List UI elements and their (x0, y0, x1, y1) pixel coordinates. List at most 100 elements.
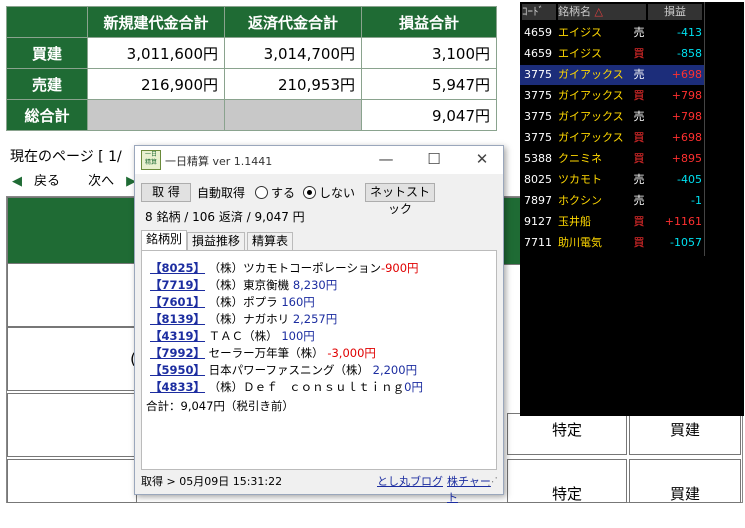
col-header-name[interactable]: 銘柄名 △ (558, 4, 646, 20)
stock-side: 買 (633, 152, 645, 165)
item-code-link[interactable]: 【8139】 (150, 312, 205, 326)
stock-code: 3775 (524, 131, 552, 144)
tax-type-cell: 特定 (507, 459, 627, 503)
stock-row[interactable]: 4659 エイジス 買 -858 (520, 44, 704, 64)
position-type-cell: 買建 (629, 413, 741, 455)
summary-table: 新規建代金合計 返済代金合計 損益合計 買建 3,011,600円 3,014,… (6, 6, 497, 131)
title-bar[interactable]: 一日 精算 一日精算 ver 1.1441 — ☐ ✕ (135, 146, 503, 174)
list-item: 【5950】 日本パワーファスニング（株） 2,200円 (150, 362, 417, 379)
item-pnl: 100円 (281, 329, 315, 343)
row-label-sell: 売建 (6, 68, 88, 100)
next-label: 次へ (88, 174, 115, 189)
item-pnl: 0円 (404, 380, 423, 394)
list-divider (704, 2, 705, 256)
radio-off-label: しない (319, 186, 356, 200)
grid-cell-cut: ( (7, 327, 137, 391)
header-new-total: 新規建代金合計 (87, 6, 225, 38)
stock-row[interactable]: 3775 ガイアックス買 +798 (520, 86, 704, 106)
auto-fetch-off-radio[interactable]: しない (303, 184, 355, 201)
tab-by-stock[interactable]: 銘柄別 (141, 230, 188, 251)
fetch-timestamp: 取得 > 05月09日 15:31:22 (141, 475, 283, 488)
stock-side: 買 (633, 215, 645, 228)
tab-settlement[interactable]: 精算表 (247, 232, 294, 250)
stock-side: 買 (633, 47, 645, 60)
item-pnl: -900円 (380, 261, 419, 275)
list-item: 【8139】 （株）ナガホリ 2,257円 (150, 311, 337, 328)
stock-code: 5388 (524, 152, 552, 165)
radio-selected-icon (303, 186, 316, 199)
current-page: 現在のページ [ 1/ (10, 149, 122, 165)
stock-name: 助川電気 (558, 236, 602, 249)
stock-pnl: +798 (671, 89, 702, 102)
tax-type-cell: 特定 (507, 413, 627, 455)
stock-side: 買 (633, 236, 645, 249)
back-label: 戻る (34, 174, 61, 189)
stock-row[interactable]: 3775 ガイアックス買 +698 (520, 128, 704, 148)
stock-row[interactable]: 7897 ホクシン 売 -1 (520, 191, 704, 211)
item-name: 日本パワーファスニング（株） (208, 363, 369, 377)
stock-row[interactable]: 3775 ガイアックス売 +798 (520, 107, 704, 127)
position-type-cell: 買建 (629, 459, 741, 503)
fetch-button[interactable]: 取 得 (141, 183, 191, 202)
stock-row[interactable]: 7711 助川電気 買 -1057 (520, 233, 704, 253)
item-name: （株）東京衡機 (208, 278, 290, 292)
summary-line: 8 銘柄 / 106 返済 / 9,047 円 (145, 210, 305, 224)
item-code-link[interactable]: 【7601】 (150, 295, 205, 309)
net-stock-button[interactable]: ネットストック (365, 183, 435, 216)
auto-fetch-on-radio[interactable]: する (255, 184, 295, 201)
item-pnl: 2,257円 (292, 312, 338, 326)
stock-side: 売 (633, 194, 645, 207)
stock-row[interactable]: 4659 エイジス 売 -413 (520, 23, 704, 43)
item-name: （株）ポプラ (208, 295, 278, 309)
list-item: 【7719】 （株）東京衡機 8,230円 (150, 277, 337, 294)
daily-settlement-window: 一日 精算 一日精算 ver 1.1441 — ☐ ✕ 取 得 自動取得 する … (134, 145, 504, 504)
maximize-icon[interactable]: ☐ (419, 150, 449, 170)
stock-code: 4659 (524, 47, 552, 60)
stock-code: 4659 (524, 26, 552, 39)
stock-side: 売 (633, 68, 645, 81)
stock-list-panel: ｺｰﾄﾞ 銘柄名 △ 損益 4659 エイジス売 -413 4659 エイジス買 -85… (520, 2, 744, 416)
tab-pnl-trend[interactable]: 損益推移 (187, 232, 246, 250)
stock-side: 売 (633, 110, 645, 123)
close-icon[interactable]: ✕ (467, 150, 497, 170)
resize-grip-icon[interactable]: ⋰ (487, 474, 498, 490)
minimize-icon[interactable]: — (371, 150, 401, 170)
item-name: （株）ナガホリ (208, 312, 290, 326)
back-arrow-icon: ◀ (12, 174, 22, 189)
item-code-link[interactable]: 【4319】 (150, 329, 205, 343)
col-header-name-label: 銘柄名 (558, 5, 591, 18)
stock-code: 9127 (524, 215, 552, 228)
stock-row-selected[interactable]: 3775 ガイアックス売 +698 (520, 65, 704, 85)
stock-name: ガイアックス (558, 131, 624, 144)
col-header-code[interactable]: ｺｰﾄﾞ (522, 4, 556, 20)
stock-name: エイジス (558, 26, 602, 39)
stock-name: クニミネ (558, 152, 602, 165)
stock-pnl: -1 (691, 194, 702, 207)
item-name: （株）Ｄｅｆ ｃｏｎｓｕｌｔｉｎｇ (208, 380, 405, 394)
stock-code: 3775 (524, 110, 552, 123)
grand-pnl-total: 9,047円 (361, 99, 497, 131)
stock-pnl: -413 (677, 26, 702, 39)
sell-pnl-total: 5,947円 (361, 68, 497, 100)
item-code-link[interactable]: 【7992】 (150, 346, 205, 360)
stock-row[interactable]: 9127 玉井船 買 +1161 (520, 212, 704, 232)
item-code-link[interactable]: 【4833】 (150, 380, 205, 394)
stock-side: 買 (633, 89, 645, 102)
col-header-pnl[interactable]: 損益 (648, 4, 702, 20)
stock-row[interactable]: 5388 クニミネ 買 +895 (520, 149, 704, 169)
stock-name: ガイアックス (558, 89, 624, 102)
item-code-link[interactable]: 【5950】 (150, 363, 205, 377)
stock-row[interactable]: 8025 ツカモト 売 -405 (520, 170, 704, 190)
stock-side: 売 (633, 26, 645, 39)
stock-code: 3775 (524, 68, 552, 81)
stock-pnl: +1161 (664, 215, 702, 228)
item-name: （株）ツカモトコーポレーション (208, 261, 381, 275)
stock-pnl-list[interactable]: 【8025】 （株）ツカモトコーポレーション-900円 【7719】 （株）東京… (141, 250, 497, 470)
item-code-link[interactable]: 【7719】 (150, 278, 205, 292)
summary-corner (6, 6, 88, 38)
blog-link[interactable]: とし丸ブログ (377, 474, 443, 490)
back-link[interactable]: ◀ 戻る (12, 174, 72, 189)
grid-cell (7, 263, 137, 327)
item-code-link[interactable]: 【8025】 (150, 261, 205, 275)
stock-pnl: +698 (671, 68, 702, 81)
